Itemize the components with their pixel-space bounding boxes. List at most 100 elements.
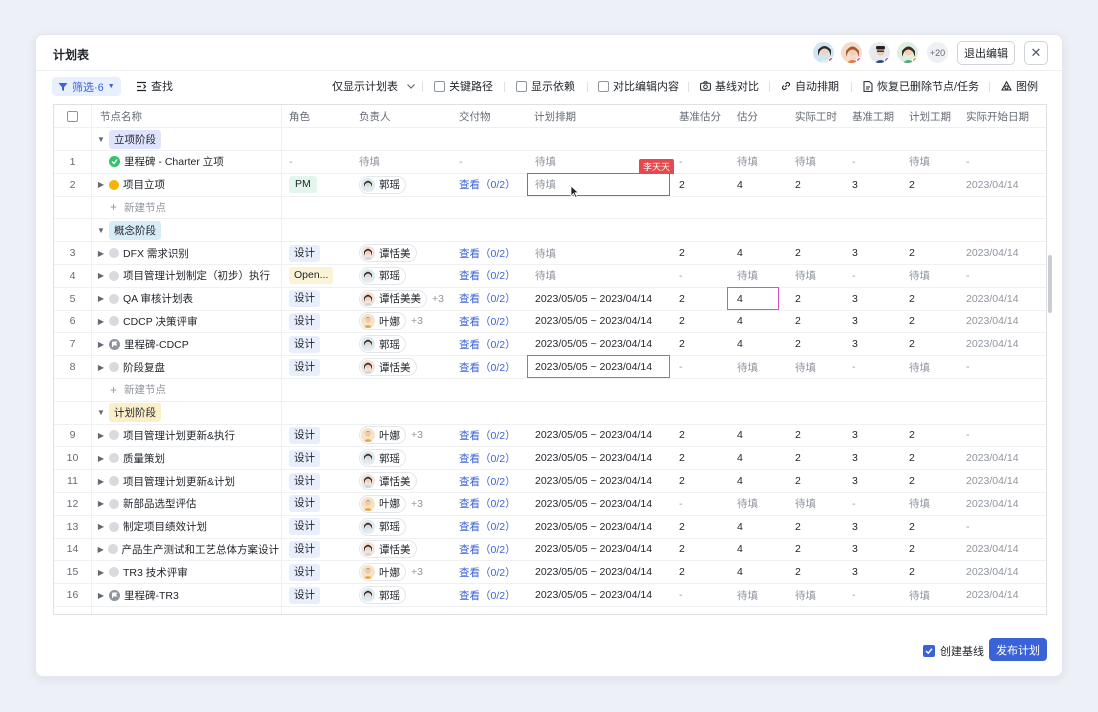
owner-chip[interactable]: 郭瑶 (359, 266, 406, 285)
baseline-estimate-cell[interactable]: 2 (679, 538, 729, 560)
estimate-cell[interactable]: 4 (737, 174, 787, 196)
exit-edit-button[interactable]: 退出编辑 (957, 41, 1015, 65)
publish-plan-button[interactable]: 发布计划 (989, 638, 1047, 661)
actual-start-date-cell[interactable]: 2023/04/14 (966, 288, 1046, 310)
node-name[interactable]: 项目管理计划更新&执行 (123, 428, 235, 443)
deliverable-link[interactable]: 查看（0/2） (459, 333, 528, 355)
schedule-cell[interactable]: 2023/05/05 ~ 2023/04/14 (535, 561, 670, 583)
owner-chip[interactable]: 叶娜 (359, 563, 406, 582)
deliverable-link[interactable]: 查看（0/2） (459, 424, 528, 446)
caret-down-icon[interactable]: ▼ (97, 135, 105, 144)
estimate-cell[interactable]: 4 (737, 447, 787, 469)
estimate-cell[interactable]: 待填 (737, 356, 787, 378)
role-tag[interactable]: 设计 (289, 358, 320, 376)
role-tag[interactable]: 设计 (289, 495, 320, 513)
caret-right-icon[interactable]: ▶ (97, 545, 104, 554)
table-row[interactable]: 16 ▶ 里程碑-TR3 设计 郭瑶 查看（0/2） 2023/05/05 ~ 2… (54, 584, 1046, 607)
table-row[interactable]: 10 ▶ 质量策划 设计 郭瑶 查看（0/2） 2023/05/05 ~ 2023… (54, 447, 1046, 471)
estimate-cell[interactable]: 4 (737, 333, 787, 355)
caret-right-icon[interactable]: ▶ (97, 180, 105, 189)
plan-duration-cell[interactable]: 2 (909, 333, 958, 355)
node-name[interactable]: 项目管理计划制定（初步）执行 (123, 268, 270, 283)
actual-hours-cell[interactable]: 2 (795, 561, 844, 583)
plan-duration-cell[interactable]: 2 (909, 424, 958, 446)
estimate-cell[interactable]: 4 (737, 242, 787, 264)
actual-hours-cell[interactable]: 待填 (795, 151, 844, 173)
deliverable-link[interactable]: 查看（0/2） (459, 584, 528, 606)
column-header[interactable]: 负责人 (359, 105, 451, 127)
actual-start-date-cell[interactable]: 2023/04/14 (966, 493, 1046, 515)
schedule-cell[interactable]: 待填 (535, 265, 670, 287)
node-name[interactable]: 制定项目绩效计划 (123, 519, 207, 534)
schedule-cell[interactable]: 2023/05/05 ~ 2023/04/14 (535, 447, 670, 469)
show-deps-toggle[interactable]: 显示依赖 (516, 77, 575, 95)
estimate-cell[interactable]: 4 (737, 516, 787, 538)
actual-hours-cell[interactable]: 2 (795, 424, 844, 446)
actual-start-date-cell[interactable]: 2023/04/14 (966, 447, 1046, 469)
plan-duration-cell[interactable]: 2 (909, 516, 958, 538)
role-tag[interactable]: PM (289, 176, 317, 194)
table-row[interactable]: 4 ▶ 项目管理计划制定（初步）执行 Open... 郭瑶 查看（0/2） 待填 … (54, 265, 1046, 288)
table-row[interactable]: 14 ▶ 产品生产测试和工艺总体方案设计 设计 谭恬美 查看（0/2） 2023/… (54, 538, 1046, 562)
baseline-estimate-cell[interactable]: 2 (679, 470, 729, 492)
node-name[interactable]: CDCP 决策评审 (123, 314, 197, 329)
actual-start-date-cell[interactable]: - (966, 151, 1046, 173)
actual-start-date-cell[interactable]: - (966, 265, 1046, 287)
baseline-duration-cell[interactable]: 3 (852, 561, 901, 583)
baseline-duration-cell[interactable]: - (852, 265, 901, 287)
owner-extra-count[interactable]: +3 (411, 429, 423, 441)
actual-hours-cell[interactable]: 待填 (795, 356, 844, 378)
estimate-cell[interactable]: 4 (737, 310, 787, 332)
deliverable-link[interactable]: 查看（0/2） (459, 288, 528, 310)
actual-hours-cell[interactable]: 2 (795, 288, 844, 310)
role-tag[interactable]: Open... (289, 267, 334, 285)
actual-hours-cell[interactable]: 2 (795, 538, 844, 560)
estimate-cell[interactable]: 4 (737, 561, 787, 583)
node-name[interactable]: 里程碑-CDCP (124, 337, 189, 352)
node-name[interactable]: 里程碑 - Charter 立项 (124, 154, 224, 169)
caret-right-icon[interactable]: ▶ (97, 363, 105, 372)
schedule-cell[interactable]: 2023/05/05 ~ 2023/04/14 (535, 333, 670, 355)
baseline-duration-cell[interactable]: 3 (852, 470, 901, 492)
add-node-row[interactable]: + 新建节点 (54, 379, 1046, 402)
plan-duration-cell[interactable]: 2 (909, 288, 958, 310)
caret-right-icon[interactable]: ▶ (97, 317, 105, 326)
column-header[interactable]: 计划排期 (534, 105, 671, 127)
plan-duration-cell[interactable]: 2 (909, 470, 958, 492)
owner-placeholder[interactable]: 待填 (359, 154, 380, 169)
owner-chip[interactable]: 郭瑶 (359, 517, 406, 536)
owner-extra-count[interactable]: +3 (411, 566, 423, 578)
baseline-duration-cell[interactable]: 3 (852, 242, 901, 264)
table-row[interactable]: 11 ▶ 项目管理计划更新&计划 设计 谭恬美 查看（0/2） 2023/05/0… (54, 470, 1046, 493)
role-tag[interactable]: 设计 (289, 563, 320, 581)
schedule-cell[interactable]: 2023/05/05 ~ 2023/04/14 (535, 470, 670, 492)
plan-duration-cell[interactable]: 2 (909, 538, 958, 560)
role-tag[interactable]: 设计 (289, 472, 320, 490)
actual-start-date-cell[interactable]: - (966, 356, 1046, 378)
role-value[interactable]: - (289, 156, 293, 168)
table-row[interactable]: 9 ▶ 项目管理计划更新&执行 设计 叶娜 +3 查看（0/2） 2023/05/0… (54, 424, 1046, 448)
caret-right-icon[interactable]: ▶ (97, 591, 105, 600)
add-node-row[interactable]: + 新建节点 (54, 196, 1046, 220)
baseline-estimate-cell[interactable]: 2 (679, 424, 729, 446)
plan-duration-cell[interactable]: 2 (909, 561, 958, 583)
actual-hours-cell[interactable]: 2 (795, 310, 844, 332)
plan-duration-cell[interactable]: 待填 (909, 356, 958, 378)
actual-hours-cell[interactable]: 2 (795, 447, 844, 469)
owner-extra-count[interactable]: +3 (411, 315, 423, 327)
actual-start-date-cell[interactable]: 2023/04/14 (966, 470, 1046, 492)
node-name[interactable]: 阶段复盘 (123, 360, 165, 375)
baseline-estimate-cell[interactable]: - (679, 151, 729, 173)
critical-path-toggle[interactable]: 关键路径 (434, 77, 493, 95)
baseline-estimate-cell[interactable]: - (679, 265, 729, 287)
deliverable-link[interactable]: 查看（0/2） (459, 310, 528, 332)
role-tag[interactable]: 设计 (289, 449, 320, 467)
column-header[interactable]: 计划工期 (909, 105, 958, 127)
actual-hours-cell[interactable]: 2 (795, 516, 844, 538)
actual-start-date-cell[interactable]: 2023/04/14 (966, 538, 1046, 560)
caret-right-icon[interactable]: ▶ (97, 522, 105, 531)
caret-right-icon[interactable]: ▶ (97, 249, 105, 258)
owner-chip[interactable]: 郭瑶 (359, 449, 406, 468)
baseline-duration-cell[interactable]: 3 (852, 333, 901, 355)
estimate-cell[interactable]: 4 (737, 538, 787, 560)
